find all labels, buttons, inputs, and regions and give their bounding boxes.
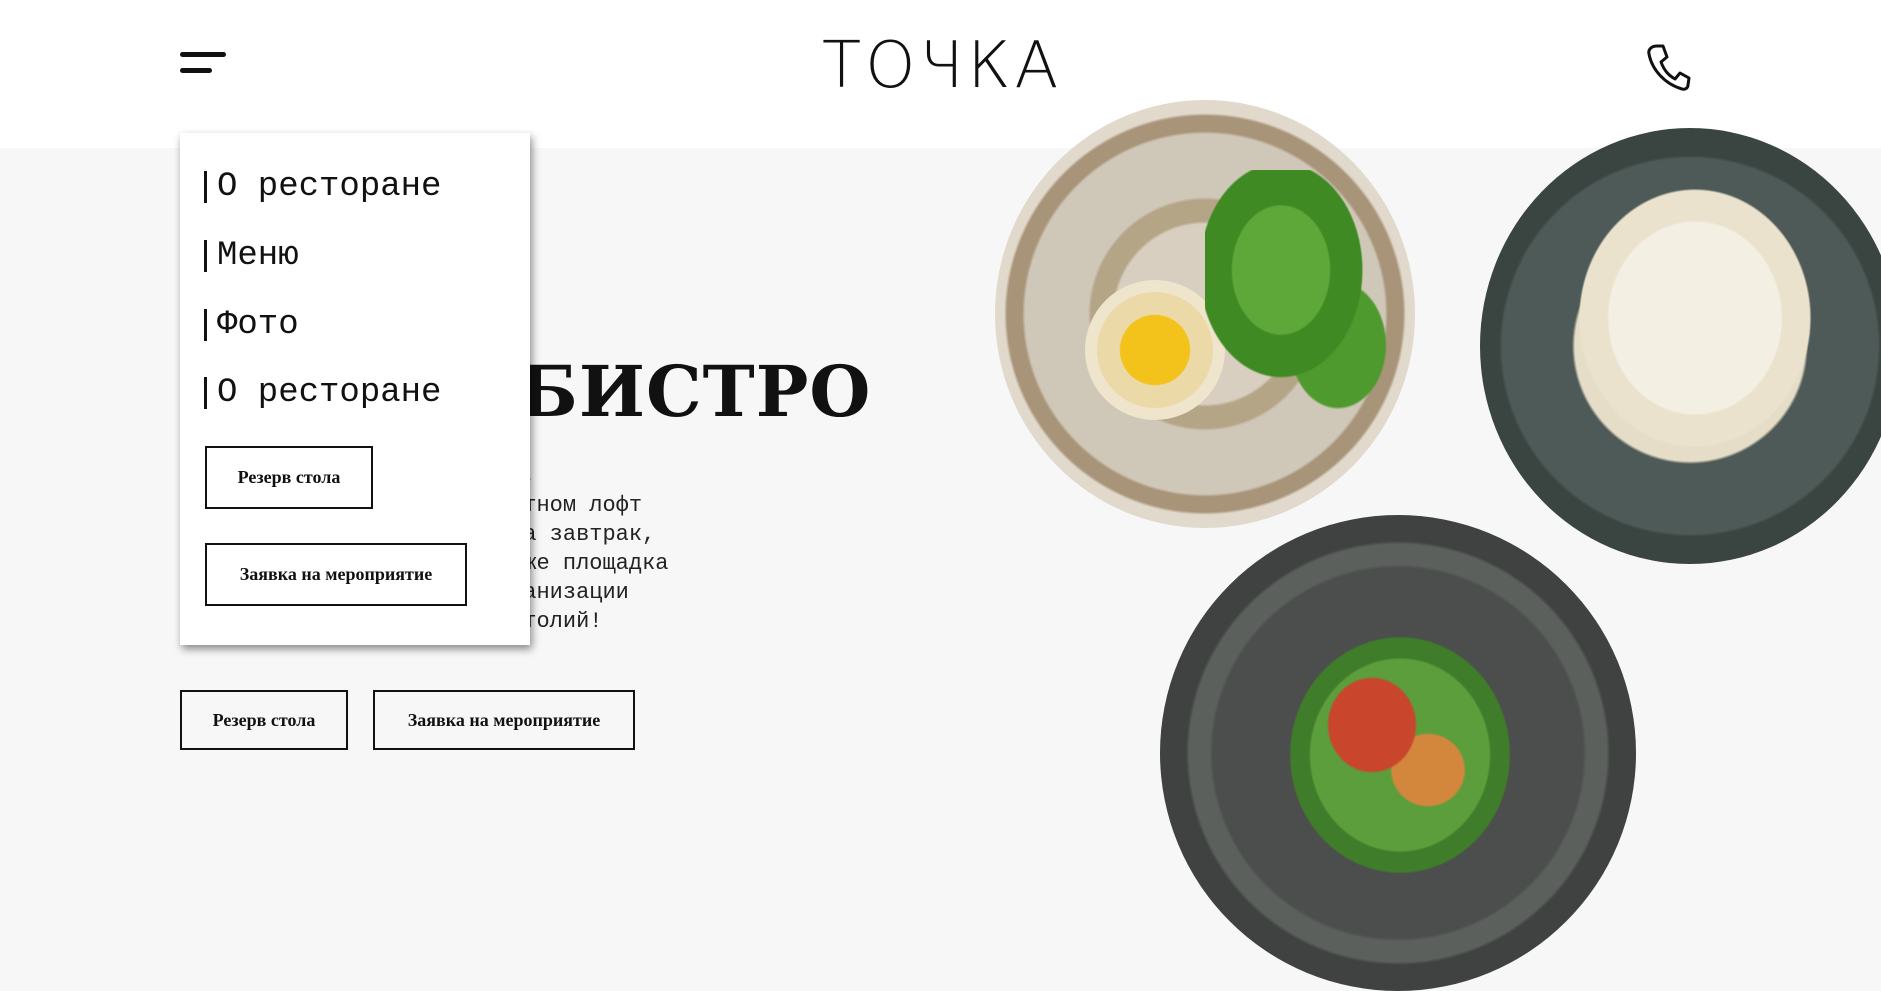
dropdown-reserve-table-button[interactable]: Резерв стола [205,446,373,509]
dropdown-item-marker [204,240,207,272]
logo[interactable]: ТОЧКА [822,30,1058,102]
food-photo-sauce [1560,168,1830,468]
food-photo-greens [1205,170,1395,420]
dropdown-event-request-button[interactable]: Заявка на мероприятие [205,543,467,606]
menu-icon-line [180,52,226,57]
event-request-button[interactable]: Заявка на мероприятие [373,690,635,750]
dropdown-item-marker [204,171,207,203]
dropdown-item-about-2[interactable]: О ресторане [204,373,441,413]
food-photo-plate [1160,515,1636,991]
site-header: ТОЧКА [0,0,1881,148]
phone-icon[interactable] [1645,42,1691,92]
food-photo-bowl [1085,280,1225,420]
food-photo-plate [1480,128,1881,564]
food-photo-plate [995,100,1415,528]
dropdown-item-label: О ресторане [217,168,442,206]
dropdown-item-photo[interactable]: Фото [204,305,299,345]
dropdown-item-menu[interactable]: Меню [204,236,299,276]
dropdown-item-about[interactable]: О ресторане [204,167,441,207]
dropdown-item-marker [204,377,207,409]
menu-icon[interactable] [180,52,228,78]
reserve-table-button[interactable]: Резерв стола [180,690,348,750]
dropdown-item-label: Меню [217,237,299,275]
dropdown-item-marker [204,309,207,341]
nav-dropdown-menu: О ресторане Меню Фото О ресторане Резерв… [180,133,530,645]
hero-title: БИСТРО [518,350,872,433]
food-photo-salad [1260,605,1540,905]
dropdown-item-label: Фото [217,306,299,344]
menu-icon-line [180,68,212,73]
dropdown-item-label: О ресторане [217,374,442,412]
